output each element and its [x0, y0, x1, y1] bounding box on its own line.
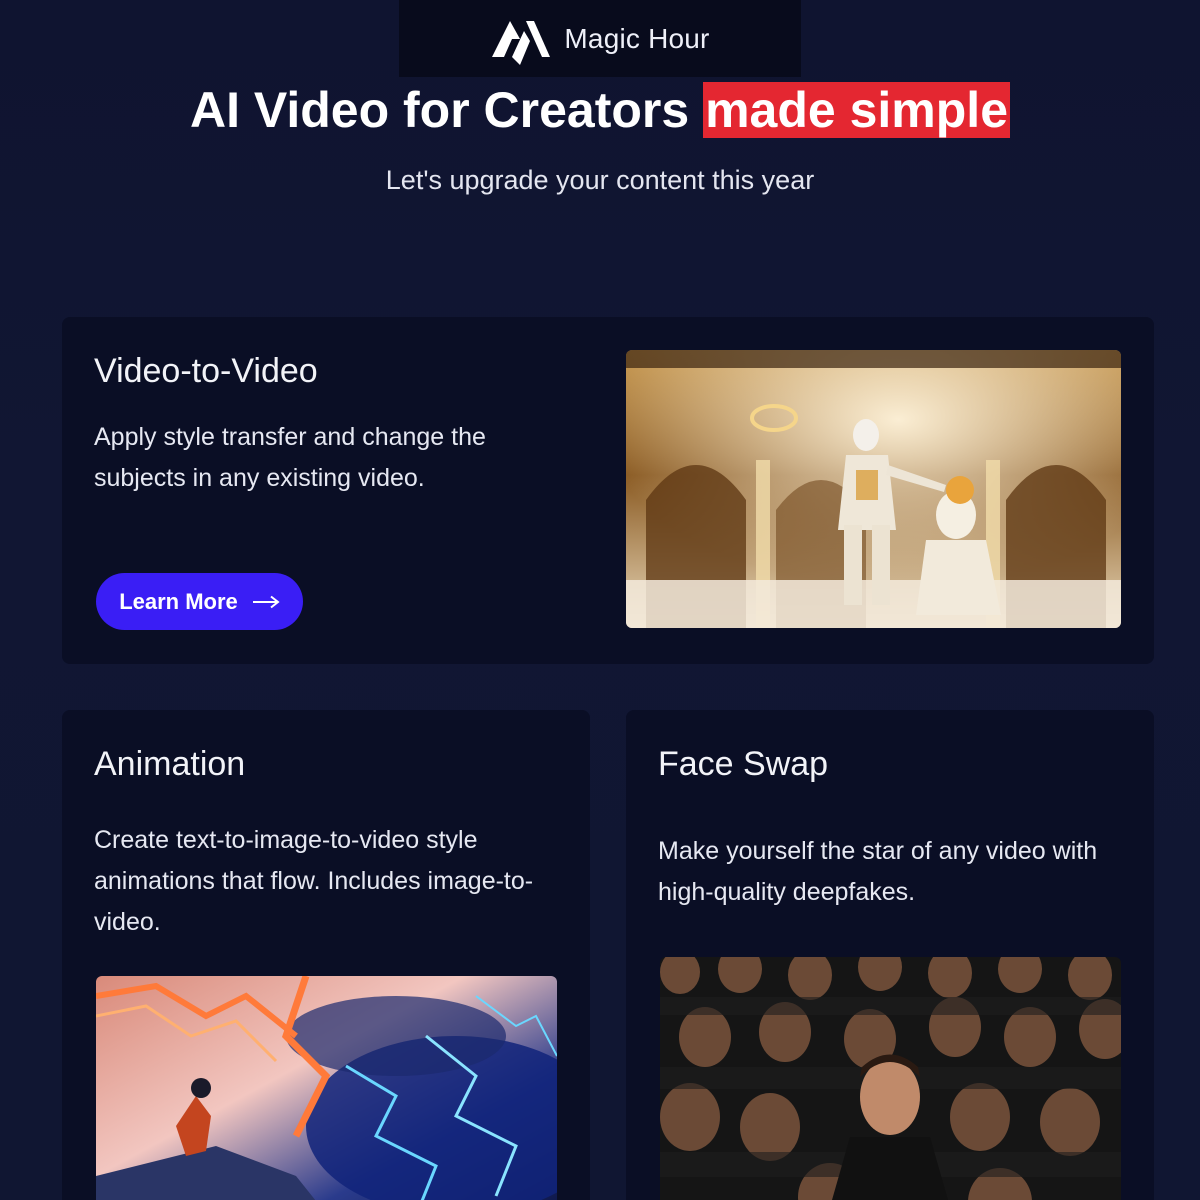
learn-more-label: Learn More: [119, 588, 238, 614]
magic-hour-logo-icon: [492, 20, 551, 65]
learn-more-button[interactable]: Learn More: [96, 573, 303, 630]
arrow-right-icon: [252, 595, 280, 608]
feature-title: Face Swap: [658, 745, 829, 783]
brand-header[interactable]: Magic Hour: [399, 0, 801, 77]
brand-name: Magic Hour: [564, 22, 710, 54]
feature-description: Create text-to-image-to-video style anim…: [94, 826, 534, 936]
feature-title: Video-to-Video: [94, 352, 318, 390]
feature-description: Apply style transfer and change the subj…: [94, 423, 486, 492]
feature-description: Make yourself the star of any video with…: [658, 837, 1098, 906]
feature-title: Animation: [94, 745, 246, 783]
face-swap-preview-image[interactable]: [660, 957, 1121, 1200]
email-page: Magic Hour AI Video for Creators made si…: [0, 0, 1200, 1200]
hero-title-main: AI Video for Creators: [189, 82, 690, 138]
hero-subtitle: Let's upgrade your content this year: [385, 165, 815, 195]
hero-title-highlight: made simple: [703, 82, 1010, 138]
hero-title: AI Video for Creators made simple: [0, 80, 1200, 140]
video-to-video-preview-image[interactable]: [626, 350, 1121, 628]
animation-preview-image[interactable]: [96, 976, 557, 1200]
